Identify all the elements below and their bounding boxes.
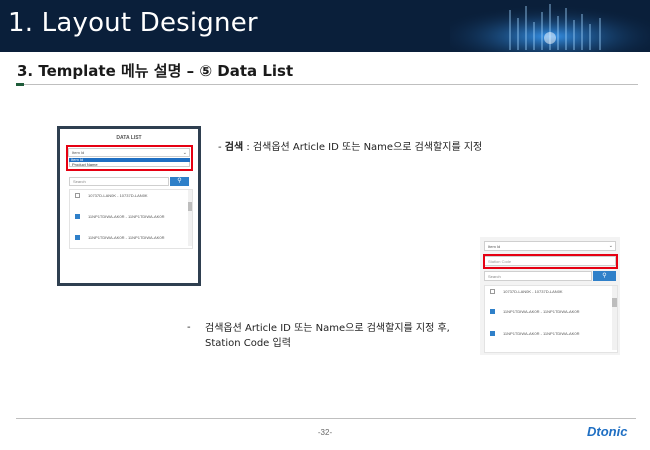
select-value: Item Id [488, 244, 501, 249]
row-checkbox[interactable] [490, 289, 495, 294]
list-item[interactable]: 11NP1TDIWA-AK0R - 11NP1TDIWA-AK0R [70, 232, 188, 244]
chevron-down-icon: ⌄ [608, 243, 613, 249]
search-input[interactable]: Search [484, 271, 592, 281]
search-button[interactable]: ⚲ [170, 177, 189, 186]
data-list-title: DATA LIST [116, 135, 142, 141]
search-description-text: : 검색옵션 Article ID 또는 Name으로 검색할지를 지정 [243, 142, 483, 153]
row-label: 10737D-LAN0K - 10737D-LAN0K [88, 193, 148, 198]
page-title: 1. Layout Designer [8, 8, 258, 38]
divider-bottom [16, 418, 636, 419]
data-list-screenshot-1: DATA LIST Item Id ⌄ Item Id Product Name… [57, 126, 201, 286]
search-description: - 검색 : 검색옵션 Article ID 또는 Name으로 검색할지를 지… [218, 142, 483, 153]
data-list: 10737D-LAN0K - 10737D-LAN0K 11NP1TDIWA-A… [69, 189, 193, 249]
bullet-dash: - [187, 322, 191, 333]
section-subtitle: 3. Template 메뉴 설명 – ⑤ Data List [17, 62, 294, 80]
row-checkbox[interactable] [75, 193, 80, 198]
divider-top [16, 84, 638, 85]
list-item[interactable]: 11NP1TDIWA-AK0R - 11NP1TDIWA-AK0R [485, 306, 603, 318]
scrollbar-thumb[interactable] [188, 202, 192, 211]
list-item[interactable]: 10737D-LAN0K - 10737D-LAN0K [485, 286, 603, 298]
station-description: 검색옵션 Article ID 또는 Name으로 검색할지를 지정 후, St… [205, 323, 450, 349]
list-item[interactable]: 11NP1TDIWA-AK0R - 11NP1TDIWA-AK0R [485, 328, 603, 340]
list-scrollbar[interactable] [612, 286, 617, 350]
row-label: 11NP1TDIWA-AK0R - 11NP1TDIWA-AK0R [503, 309, 580, 314]
highlight-box [483, 254, 618, 269]
search-button[interactable]: ⚲ [593, 271, 616, 281]
search-icon: ⚲ [602, 273, 607, 279]
row-label: 11NP1TDIWA-AK0R - 11NP1TDIWA-AK0R [88, 235, 165, 240]
header-decoration [450, 0, 650, 52]
search-option-select[interactable]: Item Id ⌄ [484, 241, 616, 251]
row-label: 10737D-LAN0K - 10737D-LAN0K [503, 289, 563, 294]
highlight-box [66, 145, 193, 171]
search-icon: ⚲ [177, 178, 182, 184]
page-number: -32- [317, 428, 333, 437]
row-checkbox[interactable] [490, 309, 495, 314]
row-checkbox[interactable] [490, 331, 495, 336]
data-list: 10737D-LAN0K - 10737D-LAN0K 11NP1TDIWA-A… [484, 285, 618, 353]
search-label: 검색 [224, 142, 244, 153]
row-checkbox[interactable] [75, 235, 80, 240]
list-item[interactable]: 10737D-LAN0K - 10737D-LAN0K [70, 190, 188, 202]
list-item[interactable]: 11NP1TDIWA-AK0R - 11NP1TDIWA-AK0R [70, 211, 188, 223]
divider-accent [16, 83, 24, 86]
company-logo: Dtonic [587, 424, 628, 439]
header-bar: 1. Layout Designer [0, 0, 650, 52]
row-label: 11NP1TDIWA-AK0R - 11NP1TDIWA-AK0R [88, 214, 165, 219]
data-list-screenshot-2: Item Id ⌄ Station Code Search ⚲ 10737D-L… [480, 237, 620, 355]
row-checkbox[interactable] [75, 214, 80, 219]
row-label: 11NP1TDIWA-AK0R - 11NP1TDIWA-AK0R [503, 331, 580, 336]
list-scrollbar[interactable] [188, 190, 192, 246]
search-input[interactable]: Search [69, 177, 169, 186]
scrollbar-thumb[interactable] [612, 298, 617, 307]
